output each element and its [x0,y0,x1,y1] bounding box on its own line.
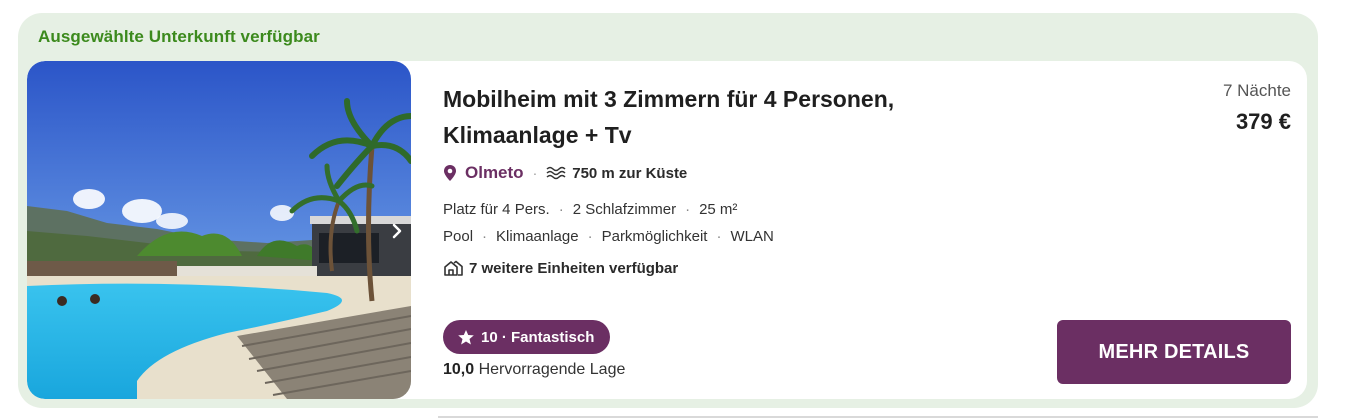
listing-content: Mobilheim mit 3 Zimmern für 4 Personen, … [443,61,1307,399]
rating-badge-text: 10 · Fantastisch [481,328,595,346]
rating-badge: 10 · Fantastisch [443,320,611,354]
listing-card[interactable]: Mobilheim mit 3 Zimmern für 4 Personen, … [27,61,1307,399]
listing-photo[interactable] [27,61,411,399]
price-value: 379 € [1235,109,1291,134]
location-name[interactable]: Olmeto [465,163,524,183]
separator-dot: · [716,228,722,245]
featured-listing-container: Ausgewählte Unterkunft verfügbar Mobilhe… [18,13,1318,408]
listing-title-line2: Klimaanlage + Tv [443,122,632,148]
amenity-aircon: Klimaanlage [496,228,579,245]
amenity-pool: Pool [443,228,474,245]
amenity-wifi: WLAN [730,228,774,245]
amenity-parking: Parkmöglichkeit [601,228,708,245]
separator-dot: · [482,228,488,245]
separator-dot: · [685,201,691,218]
rating-subtext: 10,0 Hervorragende Lage [443,361,625,379]
photo-next-button[interactable] [387,219,407,243]
divider [438,416,1318,418]
more-details-button[interactable]: MEHR DETAILS [1057,320,1291,384]
separator-dot: · [558,201,564,218]
fact-bedrooms: 2 Schlafzimmer [572,201,677,218]
fact-size: 25 m² [699,201,738,218]
more-units-text: 7 weitere Einheiten verfügbar [469,259,679,277]
nights-label: 7 Nächte [1222,81,1291,100]
amenities-row: Pool · Klimaanlage · Parkmöglichkeit · W… [443,228,774,245]
map-pin-icon [444,165,456,181]
listing-title-line1: Mobilheim mit 3 Zimmern für 4 Personen, [443,86,895,112]
featured-label: Ausgewählte Unterkunft verfügbar [38,27,320,46]
more-units-row[interactable]: 7 weitere Einheiten verfügbar [443,259,678,277]
rating-score: 10,0 [443,361,475,378]
price-block: 7 Nächte 379 € [1223,81,1291,135]
facts-row: Platz für 4 Pers. · 2 Schlafzimmer · 25 … [443,201,737,218]
star-icon [458,329,474,344]
rating-description: Hervorragende Lage [478,361,626,378]
location-row: Olmeto · 750 m zur Küste [443,163,687,183]
chevron-right-icon [392,223,402,239]
listing-title[interactable]: Mobilheim mit 3 Zimmern für 4 Personen, … [443,81,963,153]
coast-distance: 750 m zur Küste [572,164,688,182]
waves-icon [546,166,566,180]
houses-icon [444,260,463,276]
separator-dot: · [532,165,538,181]
fact-capacity: Platz für 4 Pers. [443,201,550,218]
separator-dot: · [587,228,593,245]
